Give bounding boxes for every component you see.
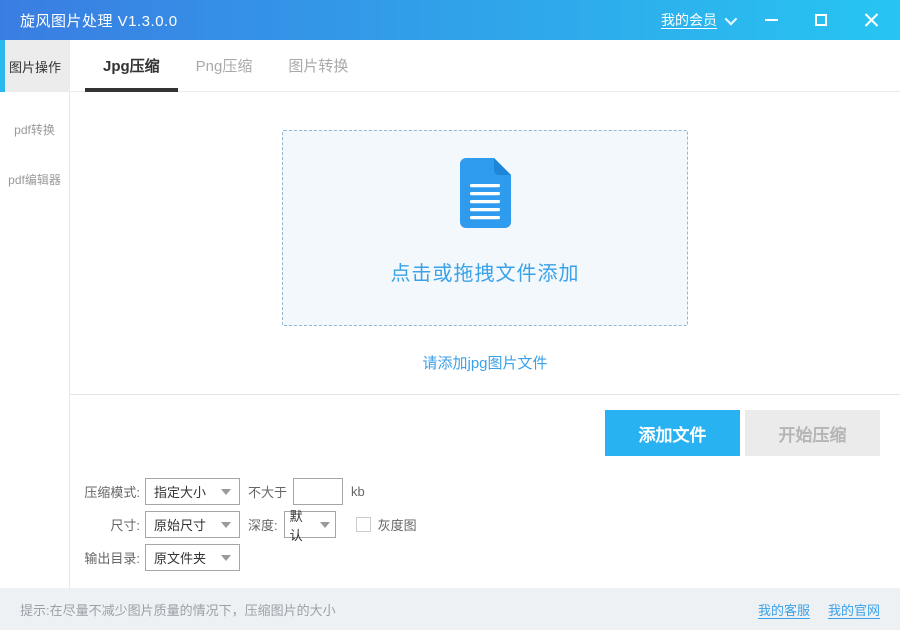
minimize-icon [765,19,778,21]
titlebar-controls: 我的会员 [661,7,900,33]
maximize-button[interactable] [808,7,834,33]
depth-label: 深度: [248,515,278,534]
dimension-label: 尺寸: [70,515,140,534]
dropzone-text: 点击或拖拽文件添加 [391,257,580,286]
tip-text: 提示:在尽量不减少图片质量的情况下，压缩图片的大小 [20,600,336,619]
status-bar: 提示:在尽量不减少图片质量的情况下，压缩图片的大小 我的客服 我的官网 [0,588,900,630]
close-button[interactable] [858,7,884,33]
titlebar: 旋风图片处理 V1.3.0.0 我的会员 [0,0,900,40]
not-greater-label: 不大于 [248,482,287,501]
grayscale-option[interactable]: 灰度图 [356,515,417,534]
grayscale-checkbox[interactable] [356,517,371,532]
tab-jpg-compress[interactable]: Jpg压缩 [85,40,178,91]
close-icon [864,13,879,28]
dimension-row: 尺寸: 原始尺寸 深度: 默认 灰度图 [70,511,900,538]
header-row: 图片操作 Jpg压缩 Png压缩 图片转换 [0,40,900,92]
sidebar-item-image-ops[interactable]: 图片操作 [0,40,70,92]
sidebar-item-pdf-convert[interactable]: pdf转换 [0,104,69,154]
compress-mode-label: 压缩模式: [70,482,140,501]
official-site-link[interactable]: 我的官网 [828,600,880,619]
tab-bar: Jpg压缩 Png压缩 图片转换 [70,40,900,92]
dimension-value: 原始尺寸 [154,515,215,534]
file-dropzone[interactable]: 点击或拖拽文件添加 [282,130,688,326]
file-hint-text: 请添加jpg图片文件 [70,352,900,373]
divider [70,394,900,395]
member-link-label[interactable]: 我的会员 [661,10,717,30]
app-window: 旋风图片处理 V1.3.0.0 我的会员 图片操作 Jpg压缩 Png压缩 图片… [0,0,900,630]
tab-png-compress[interactable]: Png压缩 [178,40,271,91]
member-link[interactable]: 我的会员 [661,10,734,30]
depth-value: 默认 [290,506,314,544]
footer-links: 我的客服 我的官网 [758,600,880,619]
sidebar-item-pdf-editor[interactable]: pdf编辑器 [0,154,69,204]
compress-mode-select[interactable]: 指定大小 [145,478,240,505]
dropdown-arrow-icon [221,522,231,528]
settings-form: 压缩模式: 指定大小 不大于 kb 尺寸: 原始尺寸 深度: [70,478,900,571]
compress-mode-row: 压缩模式: 指定大小 不大于 kb [70,478,900,505]
action-buttons: 添加文件 开始压缩 [70,410,900,456]
dimension-select[interactable]: 原始尺寸 [145,511,240,538]
depth-select[interactable]: 默认 [284,511,336,538]
body: pdf转换 pdf编辑器 点击或拖拽文件添加 请添加jpg图片文件 [0,92,900,588]
tab-image-convert[interactable]: 图片转换 [270,40,366,91]
customer-service-link[interactable]: 我的客服 [758,600,810,619]
sidebar: pdf转换 pdf编辑器 [0,92,70,588]
size-limit-input[interactable] [293,478,343,505]
output-dir-value: 原文件夹 [154,548,215,567]
grayscale-label: 灰度图 [378,515,417,534]
output-dir-row: 输出目录: 原文件夹 [70,544,900,571]
dropdown-arrow-icon [320,522,330,528]
app-title: 旋风图片处理 V1.3.0.0 [0,10,178,31]
dropdown-arrow-icon [221,555,231,561]
dropdown-arrow-icon [221,489,231,495]
main-panel: 点击或拖拽文件添加 请添加jpg图片文件 添加文件 开始压缩 压缩模式: 指定大… [70,92,900,588]
document-icon [459,158,511,228]
output-dir-select[interactable]: 原文件夹 [145,544,240,571]
add-files-button[interactable]: 添加文件 [605,410,740,456]
maximize-icon [815,14,827,26]
compress-mode-value: 指定大小 [154,482,215,501]
start-compress-button[interactable]: 开始压缩 [745,410,880,456]
chevron-down-icon[interactable] [725,12,738,25]
output-dir-label: 输出目录: [70,548,140,567]
minimize-button[interactable] [758,7,784,33]
unit-label: kb [351,484,365,499]
